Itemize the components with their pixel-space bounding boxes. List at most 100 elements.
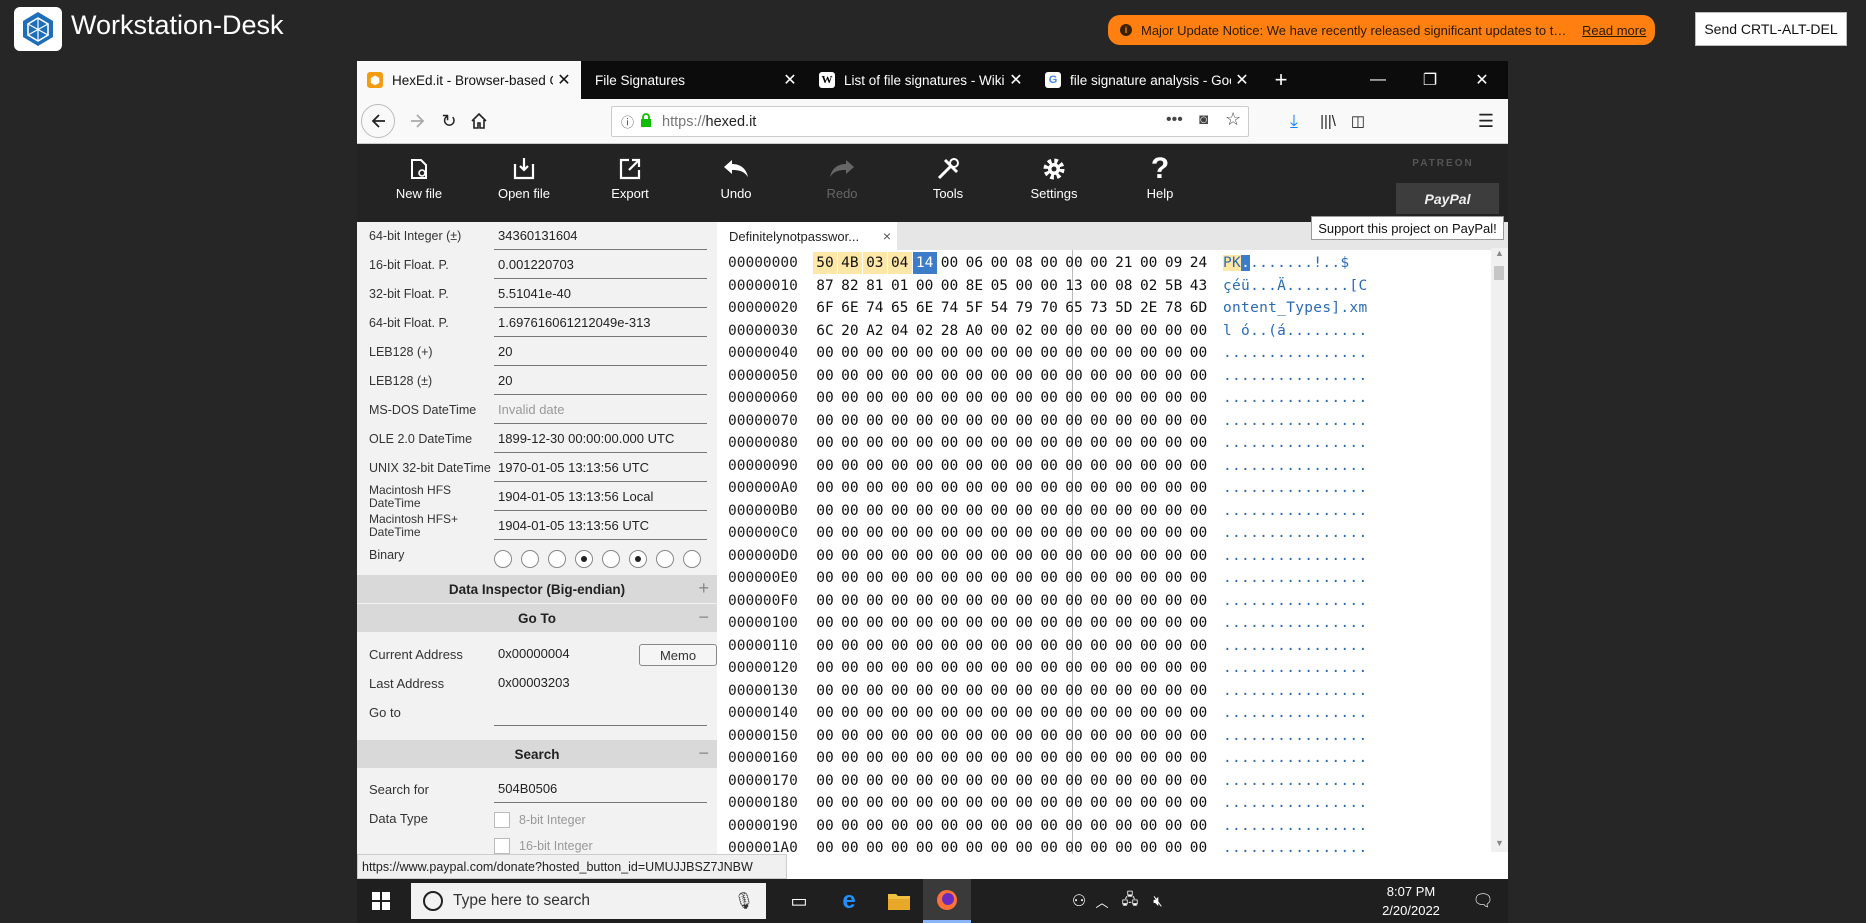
hex-byte[interactable]: 04 (888, 320, 912, 342)
minimize-icon[interactable]: — (1352, 61, 1404, 99)
hex-byte[interactable]: 00 (1012, 387, 1036, 409)
new-tab-button[interactable]: + (1261, 61, 1301, 99)
inspector-value[interactable]: 1.697616061212049e-313 (494, 315, 707, 337)
hex-byte[interactable]: 00 (813, 500, 837, 522)
hex-byte[interactable]: 00 (838, 545, 862, 567)
hex-byte[interactable]: 00 (1112, 815, 1136, 837)
hex-byte[interactable]: 00 (913, 500, 937, 522)
hex-byte[interactable]: 00 (913, 590, 937, 612)
hex-byte[interactable]: 00 (1187, 680, 1211, 702)
hex-byte[interactable]: 00 (813, 342, 837, 364)
hex-byte[interactable]: 00 (888, 815, 912, 837)
hex-byte[interactable]: 00 (1087, 770, 1111, 792)
hex-byte[interactable]: 00 (1112, 342, 1136, 364)
hex-byte[interactable]: 00 (1037, 725, 1061, 747)
hex-byte[interactable]: 00 (913, 612, 937, 634)
hex-byte[interactable]: 00 (1062, 387, 1086, 409)
scroll-down-icon[interactable]: ▼ (1495, 838, 1504, 848)
hex-byte[interactable]: 00 (1087, 837, 1111, 854)
hex-scrollbar[interactable]: ▲ ▼ (1491, 248, 1508, 852)
hex-byte[interactable]: 00 (1187, 432, 1211, 454)
hex-byte[interactable]: 00 (838, 725, 862, 747)
binary-bit-radio[interactable] (548, 550, 566, 568)
hex-byte[interactable]: A2 (863, 320, 887, 342)
hex-byte[interactable]: 00 (1137, 815, 1161, 837)
hex-byte[interactable]: 00 (1187, 410, 1211, 432)
hex-byte[interactable]: 2E (1137, 297, 1161, 319)
hex-byte[interactable]: 00 (863, 837, 887, 854)
notifications-icon[interactable]: 🗨︎ (1459, 879, 1507, 923)
edge-icon[interactable]: e (825, 879, 873, 923)
hex-byte[interactable]: 00 (1037, 680, 1061, 702)
hex-byte[interactable]: 00 (863, 477, 887, 499)
hex-byte[interactable]: 00 (987, 522, 1011, 544)
hex-byte[interactable]: 74 (938, 297, 962, 319)
collapse-icon[interactable]: − (698, 607, 709, 628)
hex-byte[interactable]: 01 (888, 275, 912, 297)
hex-byte[interactable]: 00 (838, 680, 862, 702)
hex-byte[interactable]: 00 (1037, 747, 1061, 769)
hex-byte[interactable]: 00 (1087, 635, 1111, 657)
hex-byte[interactable]: 00 (987, 680, 1011, 702)
redo-button[interactable]: Redo (806, 152, 878, 201)
hex-byte[interactable]: 24 (1187, 252, 1211, 274)
hex-byte[interactable]: 65 (888, 297, 912, 319)
hex-byte[interactable]: 00 (1062, 702, 1086, 724)
inspector-value[interactable]: 20 (494, 373, 707, 395)
send-ctrl-alt-del-button[interactable]: Send CRTL-ALT-DEL (1695, 12, 1847, 46)
hex-byte[interactable]: 43 (1187, 275, 1211, 297)
hex-byte[interactable]: 00 (1087, 455, 1111, 477)
hex-byte[interactable]: 28 (938, 320, 962, 342)
hex-byte[interactable]: 00 (813, 792, 837, 814)
hex-byte[interactable]: 00 (1037, 702, 1061, 724)
hex-byte[interactable]: 00 (962, 747, 986, 769)
hex-byte[interactable]: 00 (1137, 680, 1161, 702)
hex-byte[interactable]: 00 (913, 837, 937, 854)
library-icon[interactable]: |||\ (1313, 106, 1343, 136)
ascii-text[interactable]: l ó..(á......... (1223, 320, 1367, 342)
hex-byte[interactable]: 00 (813, 455, 837, 477)
hex-byte[interactable]: 00 (1112, 455, 1136, 477)
home-icon[interactable] (464, 106, 494, 136)
ascii-text[interactable]: ................ (1223, 635, 1367, 657)
hex-byte[interactable]: 00 (1162, 320, 1186, 342)
hex-byte[interactable]: 00 (962, 567, 986, 589)
hex-byte[interactable]: 00 (838, 500, 862, 522)
hex-byte[interactable]: 00 (1062, 500, 1086, 522)
hex-byte[interactable]: 02 (913, 320, 937, 342)
hex-byte[interactable]: 13 (1062, 275, 1086, 297)
hex-byte[interactable]: 00 (1137, 477, 1161, 499)
hex-byte[interactable]: 00 (863, 680, 887, 702)
hex-byte[interactable]: 00 (813, 522, 837, 544)
hex-byte[interactable]: 00 (962, 410, 986, 432)
hex-byte[interactable]: 00 (1137, 342, 1161, 364)
ascii-text[interactable]: ................ (1223, 342, 1367, 364)
ascii-text[interactable]: ................ (1223, 567, 1367, 589)
hex-byte[interactable]: 00 (1137, 455, 1161, 477)
hex-byte[interactable]: 00 (913, 455, 937, 477)
taskbar-clock[interactable]: 8:07 PM 2/20/2022 (1376, 882, 1446, 920)
hex-byte[interactable]: 00 (1087, 432, 1111, 454)
hex-byte[interactable]: 00 (813, 725, 837, 747)
binary-bit-radio[interactable] (602, 550, 620, 568)
ascii-text[interactable]: ................ (1223, 387, 1367, 409)
hex-byte[interactable]: 00 (1037, 455, 1061, 477)
hex-byte[interactable]: 00 (1012, 770, 1036, 792)
hex-byte[interactable]: 50 (813, 252, 837, 274)
hex-byte[interactable]: 81 (863, 275, 887, 297)
hex-byte[interactable]: 00 (1012, 567, 1036, 589)
forward-icon[interactable] (403, 106, 433, 136)
hex-byte[interactable]: 78 (1162, 297, 1186, 319)
hex-byte[interactable]: 00 (813, 770, 837, 792)
expand-icon[interactable]: + (698, 578, 709, 599)
ascii-text[interactable]: PK........!..$ (1223, 252, 1349, 274)
hex-byte[interactable]: 00 (1112, 747, 1136, 769)
hex-byte[interactable]: 00 (1062, 657, 1086, 679)
hex-byte[interactable]: 00 (1012, 635, 1036, 657)
ascii-text[interactable]: ontent_Types].xm (1223, 297, 1367, 319)
hex-byte[interactable]: 00 (1087, 567, 1111, 589)
hex-byte[interactable]: 00 (962, 635, 986, 657)
hex-byte[interactable]: 00 (1112, 567, 1136, 589)
hex-byte[interactable]: 00 (1112, 500, 1136, 522)
hex-byte[interactable]: 74 (863, 297, 887, 319)
